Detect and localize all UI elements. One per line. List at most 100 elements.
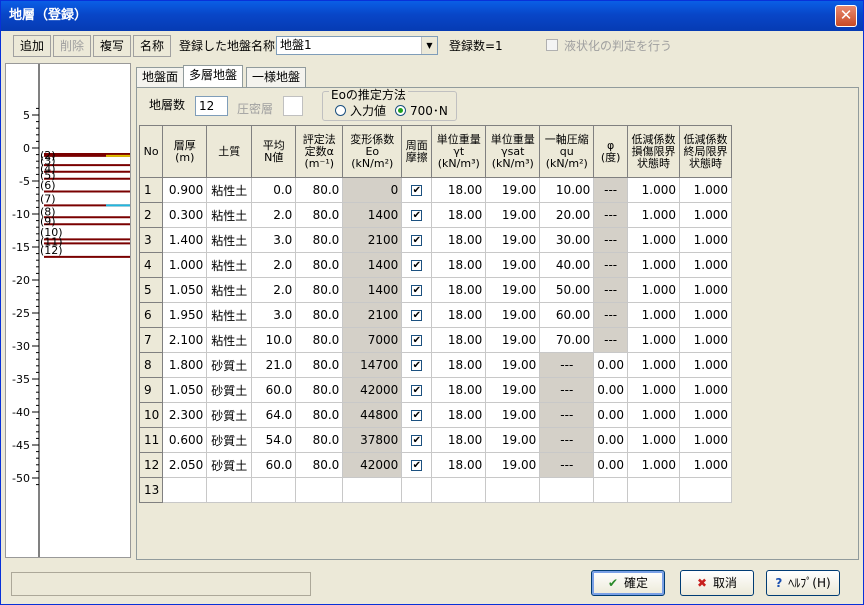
table-cell[interactable]: [431, 477, 487, 503]
table-cell[interactable]: 1.050: [162, 277, 208, 303]
table-cell[interactable]: 80.0: [295, 252, 344, 278]
table-cell[interactable]: 80.0: [295, 227, 344, 253]
table-cell[interactable]: 10.0: [251, 327, 297, 353]
ground-name-select[interactable]: 地盤1 ▼: [276, 36, 438, 55]
table-cell[interactable]: 54.0: [251, 427, 297, 453]
liquefaction-checkbox[interactable]: [546, 39, 558, 51]
table-cell[interactable]: ---: [539, 377, 595, 403]
friction-checkbox[interactable]: ✔: [411, 185, 423, 196]
table-cell[interactable]: 80.0: [295, 402, 344, 428]
table-cell[interactable]: 1.000: [627, 227, 680, 253]
table-cell[interactable]: 1.000: [679, 327, 732, 353]
table-cell[interactable]: 60.0: [251, 452, 297, 478]
table-cell[interactable]: 0: [342, 177, 403, 203]
friction-checkbox[interactable]: ✔: [411, 460, 423, 471]
table-cell[interactable]: ---: [593, 302, 628, 328]
table-cell[interactable]: 64.0: [251, 402, 297, 428]
table-cell[interactable]: 粘性土: [206, 277, 253, 303]
table-cell[interactable]: 砂質土: [206, 427, 253, 453]
table-cell[interactable]: 1.000: [627, 352, 680, 378]
help-button[interactable]: ? ﾍﾙﾌﾟ(H): [766, 570, 840, 596]
table-cell[interactable]: ---: [593, 177, 628, 203]
table-cell[interactable]: [485, 477, 541, 503]
table-cell[interactable]: 40.00: [539, 252, 595, 278]
table-cell[interactable]: 1.000: [627, 252, 680, 278]
table-cell[interactable]: 粘性土: [206, 227, 253, 253]
table-cell[interactable]: 18.00: [431, 277, 487, 303]
table-cell[interactable]: 42000: [342, 452, 403, 478]
table-cell[interactable]: 3.0: [251, 227, 297, 253]
table-cell[interactable]: 3.0: [251, 302, 297, 328]
table-cell[interactable]: ✔: [401, 302, 433, 328]
friction-checkbox[interactable]: ✔: [411, 335, 423, 346]
table-cell[interactable]: 1.000: [679, 277, 732, 303]
table-cell[interactable]: 19.00: [485, 327, 541, 353]
table-cell[interactable]: 18.00: [431, 402, 487, 428]
table-cell[interactable]: 80.0: [295, 452, 344, 478]
table-cell[interactable]: 19.00: [485, 352, 541, 378]
table-cell[interactable]: 1.000: [627, 427, 680, 453]
close-button[interactable]: ✕: [835, 5, 857, 27]
table-cell[interactable]: 1.050: [162, 377, 208, 403]
cancel-button[interactable]: ✖ 取消: [680, 570, 754, 596]
table-cell[interactable]: 1.000: [679, 177, 732, 203]
table-cell[interactable]: 粘性土: [206, 302, 253, 328]
table-cell[interactable]: 1400: [342, 202, 403, 228]
eo-700n-radio[interactable]: [395, 105, 406, 116]
tab-multilayer[interactable]: 多層地盤: [183, 65, 244, 88]
friction-checkbox[interactable]: ✔: [411, 410, 423, 421]
table-cell[interactable]: 0.00: [593, 377, 628, 403]
table-cell[interactable]: 80.0: [295, 377, 344, 403]
table-cell[interactable]: 砂質土: [206, 377, 253, 403]
table-cell[interactable]: 18.00: [431, 302, 487, 328]
table-cell[interactable]: 19.00: [485, 177, 541, 203]
table-cell[interactable]: 2100: [342, 227, 403, 253]
layer-count-input[interactable]: 12: [195, 96, 228, 116]
table-cell[interactable]: ---: [539, 402, 595, 428]
table-cell[interactable]: 30.00: [539, 227, 595, 253]
table-cell[interactable]: [539, 477, 595, 503]
table-cell[interactable]: [627, 477, 680, 503]
table-cell[interactable]: 14700: [342, 352, 403, 378]
table-cell[interactable]: 18.00: [431, 252, 487, 278]
table-cell[interactable]: 1.000: [627, 452, 680, 478]
copy-button[interactable]: 複写: [93, 35, 131, 57]
table-cell[interactable]: 0.900: [162, 177, 208, 203]
table-cell[interactable]: 19.00: [485, 377, 541, 403]
table-cell[interactable]: ---: [593, 227, 628, 253]
table-cell[interactable]: [162, 477, 208, 503]
table-cell[interactable]: ✔: [401, 452, 433, 478]
table-cell[interactable]: 1.000: [679, 402, 732, 428]
table-cell[interactable]: 粘性土: [206, 177, 253, 203]
table-cell[interactable]: 18.00: [431, 427, 487, 453]
table-cell[interactable]: 80.0: [295, 327, 344, 353]
friction-checkbox[interactable]: ✔: [411, 235, 423, 246]
table-cell[interactable]: 7000: [342, 327, 403, 353]
delete-button[interactable]: 削除: [53, 35, 91, 57]
table-cell[interactable]: 2.0: [251, 252, 297, 278]
table-cell[interactable]: 砂質土: [206, 352, 253, 378]
table-cell[interactable]: 19.00: [485, 452, 541, 478]
table-cell[interactable]: 1.000: [627, 177, 680, 203]
table-cell[interactable]: ✔: [401, 402, 433, 428]
table-cell[interactable]: 80.0: [295, 302, 344, 328]
friction-checkbox[interactable]: ✔: [411, 285, 423, 296]
table-cell[interactable]: 19.00: [485, 252, 541, 278]
table-cell[interactable]: 19.00: [485, 427, 541, 453]
table-cell[interactable]: 1.000: [627, 402, 680, 428]
table-cell[interactable]: 19.00: [485, 227, 541, 253]
table-cell[interactable]: [342, 477, 403, 503]
table-cell[interactable]: ✔: [401, 202, 433, 228]
table-cell[interactable]: 粘性土: [206, 252, 253, 278]
chevron-down-icon[interactable]: ▼: [421, 37, 437, 54]
table-cell[interactable]: 0.600: [162, 427, 208, 453]
table-cell[interactable]: ---: [539, 352, 595, 378]
table-cell[interactable]: ✔: [401, 177, 433, 203]
table-cell[interactable]: 80.0: [295, 427, 344, 453]
table-cell[interactable]: 2.050: [162, 452, 208, 478]
table-cell[interactable]: 50.00: [539, 277, 595, 303]
table-cell[interactable]: 1.000: [679, 427, 732, 453]
table-cell[interactable]: 0.00: [593, 402, 628, 428]
rename-button[interactable]: 名称: [133, 35, 171, 57]
table-cell[interactable]: [593, 477, 628, 503]
